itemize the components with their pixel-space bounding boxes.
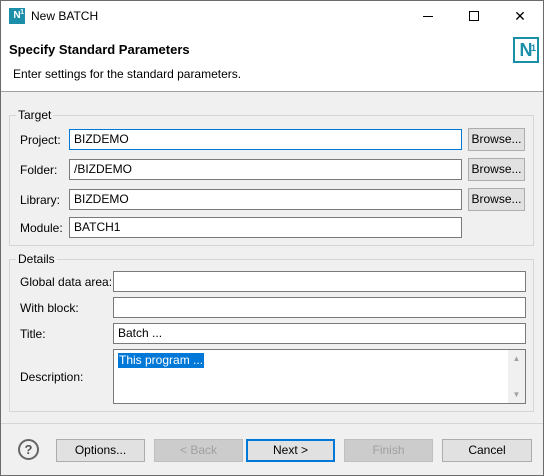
details-group-label: Details bbox=[16, 252, 57, 266]
page-description: Enter settings for the standard paramete… bbox=[13, 67, 242, 81]
title-bar: N1 New BATCH ✕ bbox=[1, 1, 543, 31]
module-label: Module: bbox=[20, 221, 63, 235]
next-button[interactable]: Next > bbox=[246, 439, 335, 462]
maximize-icon bbox=[469, 11, 479, 21]
page-title: Specify Standard Parameters bbox=[9, 42, 190, 57]
description-selected-text: This program ... bbox=[118, 353, 205, 368]
close-icon: ✕ bbox=[514, 7, 526, 24]
window-title: New BATCH bbox=[31, 9, 99, 23]
natural-logo-icon: N1 bbox=[513, 37, 539, 63]
finish-button[interactable]: Finish bbox=[344, 439, 433, 462]
new-batch-dialog: N1 New BATCH ✕ Specify Standard Paramete… bbox=[0, 0, 544, 476]
footer-divider bbox=[1, 423, 543, 424]
title-input[interactable]: Batch ... bbox=[113, 323, 526, 344]
target-group-label: Target bbox=[16, 108, 54, 122]
description-scrollbar[interactable]: ▲ ▼ bbox=[508, 350, 525, 403]
global-data-area-label: Global data area: bbox=[20, 275, 113, 289]
header-divider bbox=[1, 91, 543, 92]
cancel-button[interactable]: Cancel bbox=[442, 439, 532, 462]
close-button[interactable]: ✕ bbox=[497, 1, 543, 31]
options-button[interactable]: Options... bbox=[56, 439, 145, 462]
minimize-button[interactable] bbox=[405, 1, 451, 31]
project-label: Project: bbox=[20, 133, 61, 147]
maximize-button[interactable] bbox=[451, 1, 497, 31]
library-label: Library: bbox=[20, 193, 61, 207]
scroll-up-icon[interactable]: ▲ bbox=[508, 350, 525, 367]
with-block-label: With block: bbox=[20, 301, 79, 315]
with-block-input[interactable] bbox=[113, 297, 526, 318]
library-input[interactable]: BIZDEMO bbox=[69, 189, 462, 210]
scroll-down-icon[interactable]: ▼ bbox=[508, 386, 525, 403]
description-textarea[interactable]: This program ... ▲ ▼ bbox=[113, 349, 526, 404]
folder-input[interactable]: /BIZDEMO bbox=[69, 159, 462, 180]
app-icon: N1 bbox=[9, 8, 25, 24]
project-input[interactable]: BIZDEMO bbox=[69, 129, 462, 150]
folder-browse-button[interactable]: Browse... bbox=[468, 158, 525, 181]
title-label: Title: bbox=[20, 327, 46, 341]
module-input[interactable]: BATCH1 bbox=[69, 217, 462, 238]
project-browse-button[interactable]: Browse... bbox=[468, 128, 525, 151]
library-browse-button[interactable]: Browse... bbox=[468, 188, 525, 211]
back-button[interactable]: < Back bbox=[154, 439, 243, 462]
help-icon[interactable]: ? bbox=[18, 439, 39, 460]
wizard-header: Specify Standard Parameters Enter settin… bbox=[1, 31, 543, 91]
description-label: Description: bbox=[20, 370, 84, 384]
folder-label: Folder: bbox=[20, 163, 58, 177]
global-data-area-input[interactable] bbox=[113, 271, 526, 292]
minimize-icon bbox=[423, 15, 433, 17]
